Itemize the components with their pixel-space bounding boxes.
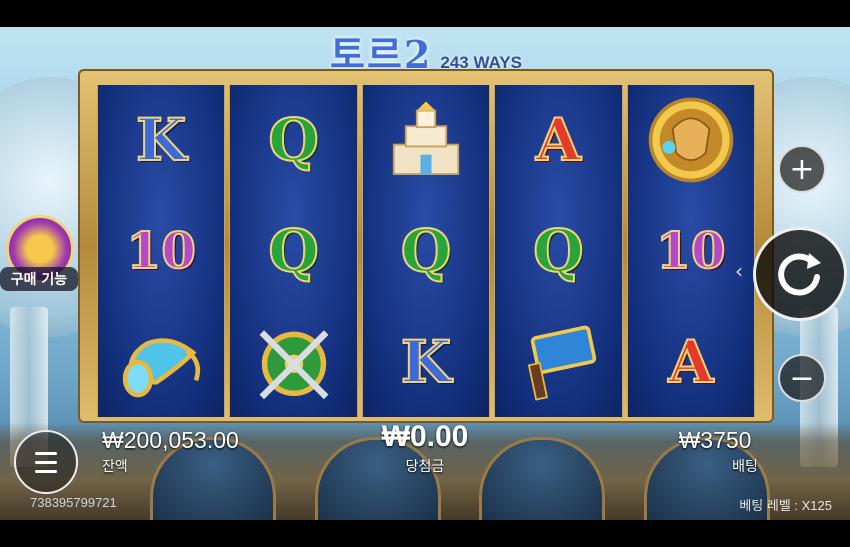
game-stage: 토르2 243 WAYS K 10 Q Q Q K A Q 10 A 구매 기능… [0,27,850,520]
symbol-a: A [535,106,582,175]
symbol-q: Q [267,106,320,175]
reel-1: K 10 [97,85,226,417]
bet-label: 배팅 [732,458,758,474]
win-value: ₩0.00 [381,420,469,453]
balance-value: ₩200,053.00 [102,427,239,453]
session-id: 738395799721 [30,495,117,510]
symbol-hammer [495,306,621,417]
hamburger-icon [35,451,57,455]
symbol-a: A [667,327,714,396]
balance-display: ₩200,053.00 잔액 [90,427,270,476]
buy-feature-label: 구매 기능 [0,267,78,291]
spin-button[interactable] [753,227,847,321]
symbol-10: 10 [125,221,197,280]
chevron-left-icon: ‹ [735,259,743,283]
temple-icon [392,101,460,176]
thor-portrait-icon [648,98,734,183]
symbol-k: K [400,327,452,396]
balance-label: 잔액 [102,458,128,474]
refresh-icon [778,253,821,296]
win-display: ₩0.00 당첨금 [345,420,505,476]
symbol-10: 10 [655,221,727,280]
bet-level-value: X125 [801,498,832,513]
reel-4: A Q [494,85,623,417]
minus-icon: − [789,360,815,396]
reel-2: Q Q [229,85,358,417]
symbol-horn [98,306,224,417]
symbol-temple [363,85,489,196]
reel-3: Q K [361,85,491,417]
plus-icon: + [789,151,815,187]
symbol-shield [230,306,356,417]
symbol-q: Q [267,217,320,285]
menu-button[interactable] [14,430,78,494]
crossed-swords-shield-icon [259,329,329,399]
symbol-q: Q [400,217,453,285]
bet-value: ₩3750 [678,427,752,453]
symbol-thor [628,85,754,196]
symbol-q: Q [532,217,585,285]
hammer-icon [528,325,597,401]
reels-grid: K 10 Q Q Q K A Q 10 A [97,85,756,417]
bet-level-label: 베팅 레벨 [739,498,791,513]
letterbox-top [0,0,850,27]
symbol-k: K [135,106,187,175]
buy-feature-button[interactable]: 구매 기능 [0,215,80,295]
decrease-bet-button[interactable]: − [778,354,826,402]
bet-display: ₩3750 배팅 [640,427,790,476]
footer-bar [0,520,850,547]
increase-bet-button[interactable]: + [778,145,826,193]
reel-5: 10 A [626,85,756,417]
horn-icon [123,337,201,398]
bet-level: 베팅 레벨 : X125 [739,498,832,513]
win-label: 당첨금 [405,458,445,474]
